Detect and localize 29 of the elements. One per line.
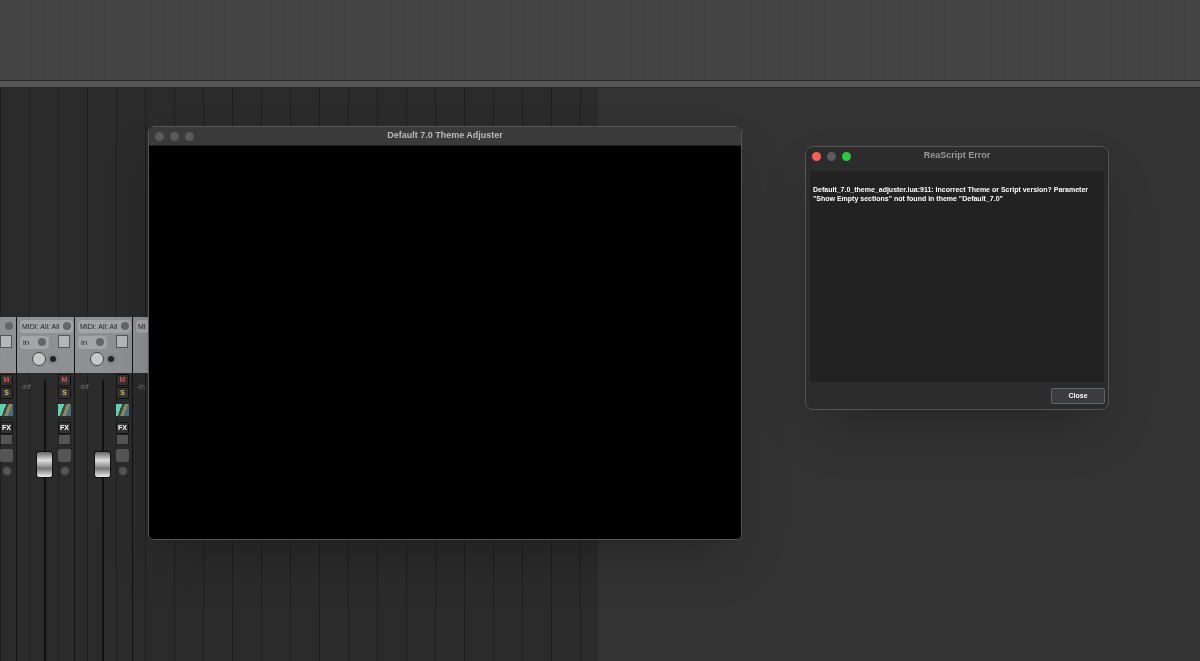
zoom-button[interactable] [842,152,851,161]
caret-icon[interactable] [63,322,71,330]
caret-icon [38,338,46,346]
fader-thumb[interactable] [94,451,111,479]
caret-icon[interactable] [121,322,129,330]
fader-thumb[interactable] [36,451,53,479]
io-icon[interactable] [116,335,128,348]
io-icon[interactable] [0,335,12,348]
envelope-button[interactable] [58,449,71,462]
minimize-button[interactable] [827,152,836,161]
power-button[interactable] [116,434,129,445]
phase-button[interactable] [118,466,128,476]
envelope-button[interactable] [116,449,129,462]
phase-button[interactable] [2,466,12,476]
color-stripe-icon[interactable] [116,404,129,416]
color-stripe-icon[interactable] [0,404,13,416]
scrollbar[interactable] [0,80,1200,88]
caret-icon[interactable] [5,322,13,330]
power-button[interactable] [0,434,13,445]
power-button[interactable] [58,434,71,445]
window-title: ReaScript Error [923,149,991,163]
color-stripe-icon[interactable] [58,404,71,416]
minimize-button[interactable] [170,132,179,141]
envelope-button[interactable] [0,449,13,462]
caret-icon [96,338,104,346]
window-title: Default 7.0 Theme Adjuster [387,129,503,143]
phase-button[interactable] [60,466,70,476]
io-icon[interactable] [58,335,70,348]
close-button[interactable] [812,152,821,161]
